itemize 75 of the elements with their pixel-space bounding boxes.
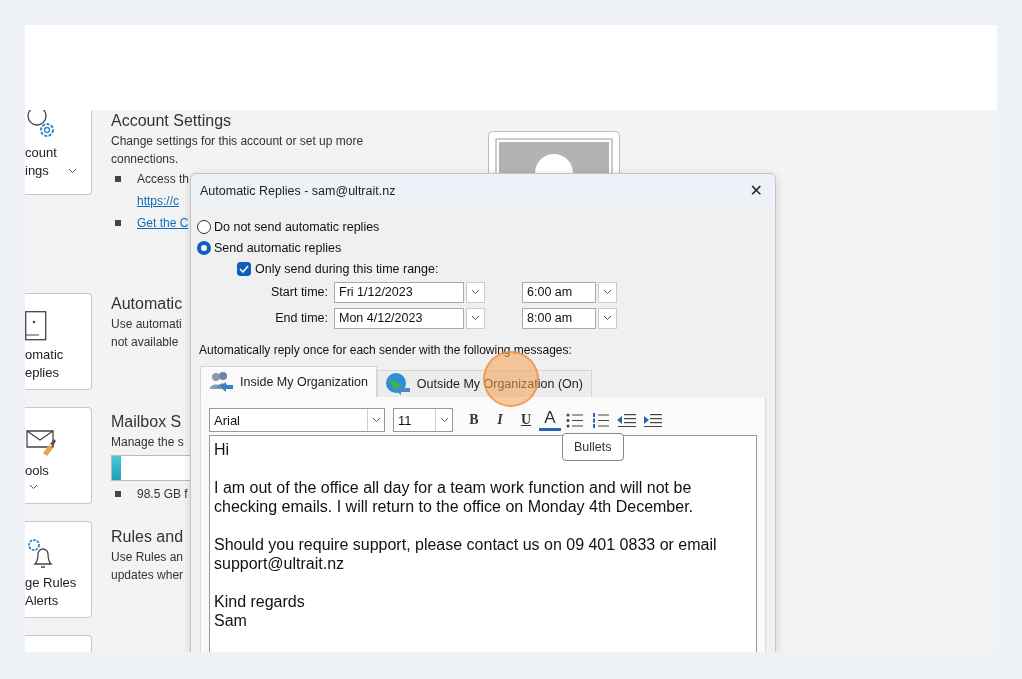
chevron-icon <box>439 417 449 423</box>
card-label: ge Rules <box>25 574 77 592</box>
bullets-icon <box>565 412 583 428</box>
radio-button[interactable] <box>197 240 211 255</box>
document-icon <box>25 311 47 341</box>
bullet-icon <box>115 176 121 182</box>
time-label: Start time: <box>270 285 329 299</box>
section-description: updates wher <box>111 567 184 584</box>
chevron-icon <box>371 417 381 423</box>
chevron-icon <box>603 289 612 295</box>
message-paragraph: I am out of the office all day for a team work function and will not be checking emails. I will return to the office on Monday 4th December. <box>214 478 694 516</box>
tab[interactable]: Inside My Organization <box>200 366 377 397</box>
envelope-brush-icon <box>25 427 57 457</box>
numbering-icon <box>591 412 609 428</box>
globe-arrow-icon <box>384 372 411 396</box>
bullet-text: 98.5 GB f <box>137 487 188 501</box>
radio-button[interactable] <box>197 219 211 234</box>
bell-gear-icon <box>25 538 55 570</box>
bullet-icon <box>115 220 121 226</box>
chevron-icon <box>68 168 77 174</box>
format-button[interactable]: I <box>487 409 513 431</box>
date-field[interactable]: Mon 4/12/2023 <box>334 307 464 329</box>
checkbox-label: Only send during this time range: <box>255 261 439 276</box>
checkbox[interactable] <box>237 261 251 276</box>
chevron-icon <box>471 289 480 295</box>
card-label: eplies <box>25 364 59 382</box>
format-button[interactable]: U <box>513 409 539 431</box>
radio-label: Send automatic replies <box>214 240 342 255</box>
section-description: connections. <box>111 151 179 168</box>
section-title: Automatic <box>111 294 183 314</box>
date-field[interactable]: Fri 1/12/2023 <box>334 281 464 303</box>
people-arrow-icon <box>208 371 234 393</box>
size-select[interactable]: 11 <box>393 408 453 432</box>
time-field[interactable]: 8:00 am <box>522 307 596 329</box>
bullet-text: Access th <box>137 172 190 186</box>
message-paragraph: Kind regards Sam <box>214 592 305 630</box>
chevron-icon <box>471 315 480 321</box>
chevron-icon <box>29 484 38 490</box>
format-button[interactable]: B <box>461 409 487 431</box>
section-description: not available <box>111 334 179 351</box>
link[interactable]: Get the C <box>137 216 189 230</box>
font-color-button[interactable]: A <box>539 409 561 431</box>
instruction-text: Automatically reply once for each sender with the following messages: <box>199 343 572 357</box>
message-paragraph: Should you require support, please contact us on 09 401 0833 or email support@ultrait.nz <box>214 535 717 573</box>
bullet-icon <box>115 491 121 497</box>
chevron-icon <box>603 315 612 321</box>
card-label: ings <box>25 162 49 180</box>
tab[interactable]: Outside My Organization (On) <box>376 370 592 397</box>
message-field[interactable] <box>209 435 757 652</box>
font-select[interactable]: Arial <box>209 408 385 432</box>
section-description: Use Rules an <box>111 549 184 566</box>
section-title: Account Settings <box>111 111 232 131</box>
card-label: count <box>25 144 57 162</box>
radio-label: Do not send automatic replies <box>214 219 380 234</box>
section-description: Change settings for this account or set up more <box>111 133 364 150</box>
sidebar-card[interactable]: ge Rules Alerts <box>25 521 92 618</box>
increase-indent-icon <box>642 413 662 427</box>
sidebar-card[interactable]: count ings <box>25 110 92 195</box>
bullets-tooltip: Bullets <box>562 433 624 461</box>
card-label: Alerts <box>25 592 59 610</box>
card-label: omatic <box>25 346 64 364</box>
decrease-indent-icon <box>616 413 636 427</box>
section-title: Rules and <box>111 527 184 547</box>
time-label: End time: <box>274 311 329 325</box>
section-title: Mailbox S <box>111 412 182 432</box>
section-description: Use automati <box>111 316 182 333</box>
close-button[interactable]: ✕ <box>747 181 765 200</box>
section-description: Manage the s <box>111 434 184 451</box>
message-paragraph: Hi <box>214 440 230 459</box>
card-label: ools <box>25 462 49 480</box>
time-field[interactable]: 6:00 am <box>522 281 596 303</box>
dialog-title: Automatic Replies - sam@ultrait.nz <box>200 183 396 198</box>
sidebar-card[interactable]: omatic eplies <box>25 293 92 390</box>
link[interactable]: https://c <box>137 194 180 208</box>
sidebar-card[interactable]: ools <box>25 407 92 504</box>
